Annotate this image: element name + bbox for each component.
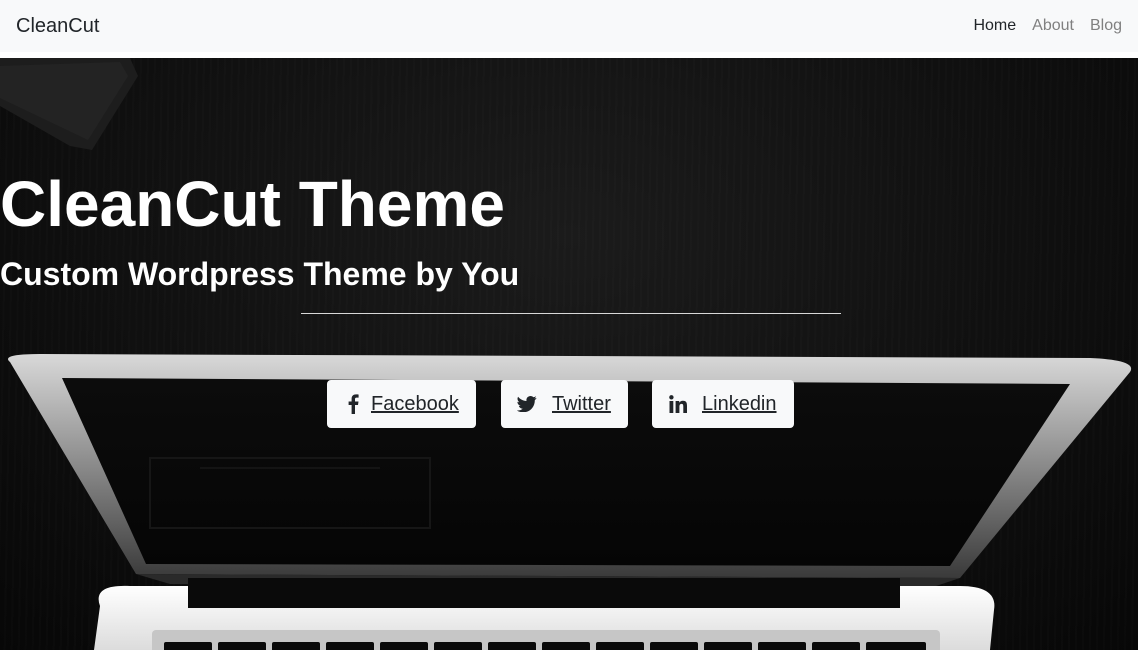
hero-title: CleanCut Theme bbox=[0, 168, 505, 240]
nav-link-about[interactable]: About bbox=[1032, 17, 1074, 35]
twitter-icon bbox=[517, 394, 537, 414]
nav-link-blog[interactable]: Blog bbox=[1090, 17, 1122, 35]
nav-links: Home About Blog bbox=[973, 17, 1122, 35]
facebook-button[interactable]: Facebook bbox=[327, 380, 476, 428]
linkedin-button[interactable]: Linkedin bbox=[652, 380, 794, 428]
brand-link[interactable]: CleanCut bbox=[16, 15, 99, 38]
twitter-button[interactable]: Twitter bbox=[501, 380, 628, 428]
hero-section: CleanCut Theme Custom Wordpress Theme by… bbox=[0, 58, 1138, 650]
hero-background-image bbox=[0, 58, 1132, 650]
facebook-icon bbox=[343, 394, 363, 414]
hero-subtitle: Custom Wordpress Theme by You bbox=[0, 256, 520, 292]
nav-link-home[interactable]: Home bbox=[973, 17, 1016, 35]
hero-divider bbox=[301, 313, 841, 314]
linkedin-icon bbox=[668, 394, 688, 414]
facebook-button-label: Facebook bbox=[371, 392, 459, 415]
navbar: CleanCut Home About Blog bbox=[0, 0, 1138, 52]
twitter-button-label: Twitter bbox=[552, 392, 611, 415]
linkedin-button-label: Linkedin bbox=[702, 392, 777, 415]
